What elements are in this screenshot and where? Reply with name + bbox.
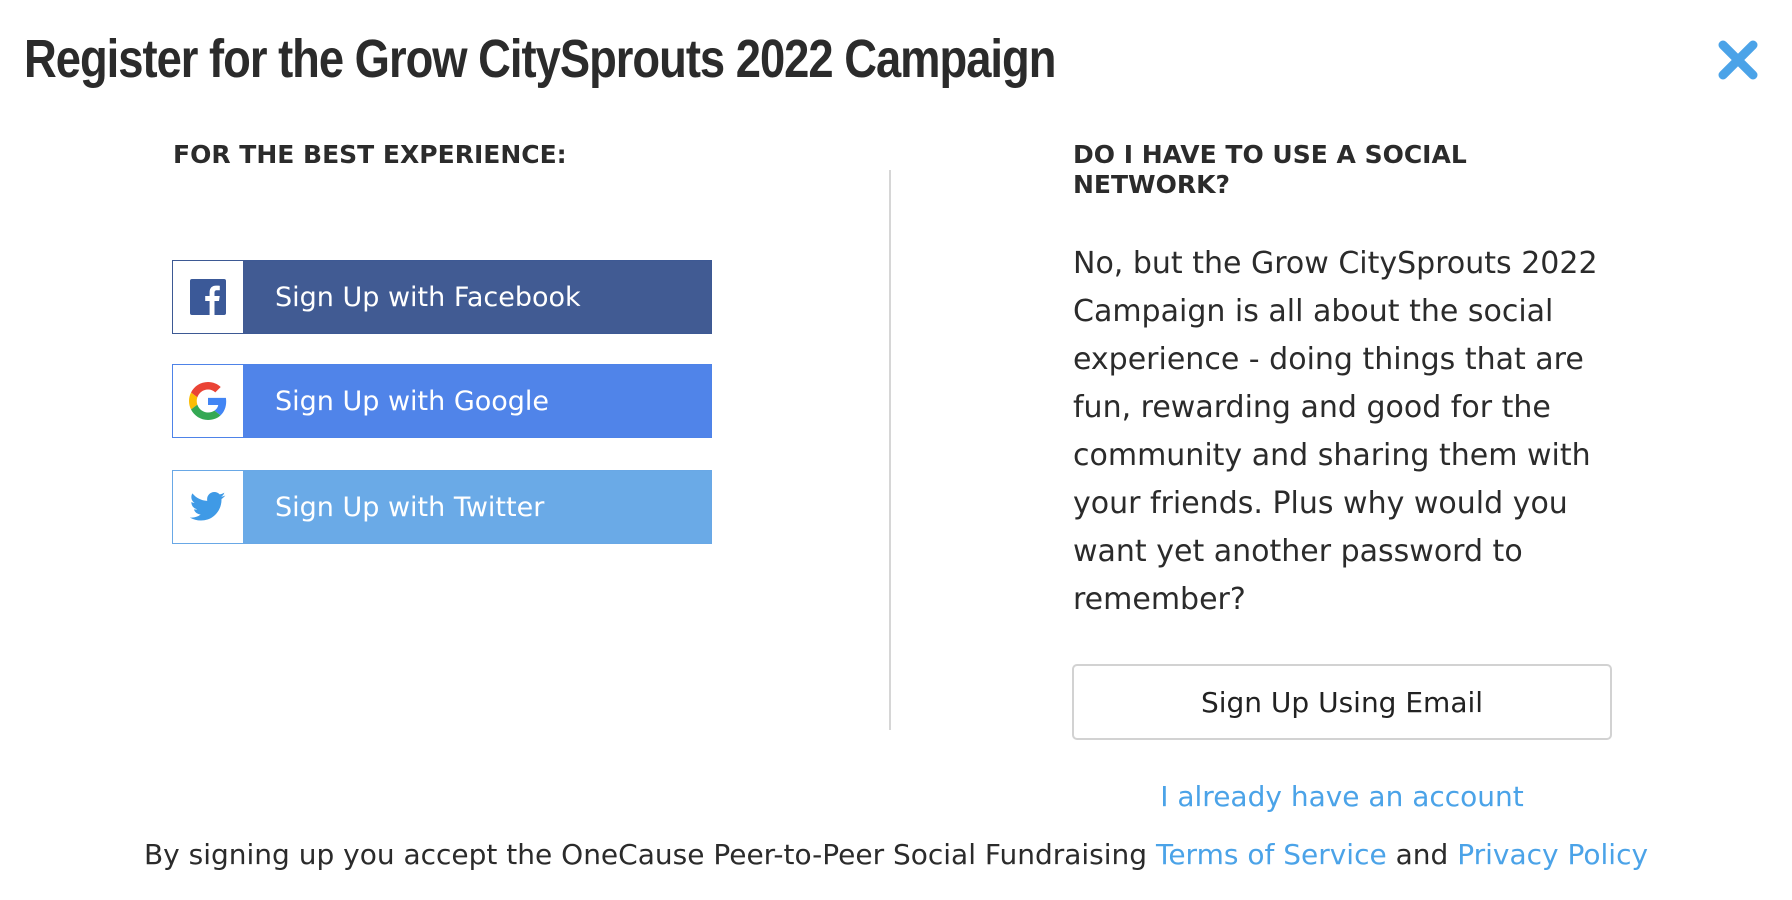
column-divider [889,170,891,730]
terms-of-service-link[interactable]: Terms of Service [1156,838,1387,871]
register-modal: Register for the Grow CitySprouts 2022 C… [0,0,1792,900]
facebook-signup-button[interactable]: Sign Up with Facebook [172,260,712,334]
twitter-signup-label: Sign Up with Twitter [243,471,711,543]
google-signup-label: Sign Up with Google [243,365,711,437]
social-network-explanation: No, but the Grow CitySprouts 2022 Campai… [1073,246,1598,617]
legal-prefix: By signing up you accept the OneCause Pe… [143,838,1148,871]
google-icon [173,365,243,437]
google-signup-button[interactable]: Sign Up with Google [172,364,712,438]
twitter-signup-button[interactable]: Sign Up with Twitter [172,470,712,544]
twitter-icon [173,471,243,543]
best-experience-heading: FOR THE BEST EXPERIENCE: [173,140,567,169]
page-title: Register for the Grow CitySprouts 2022 C… [24,29,1056,89]
email-signup-button[interactable]: Sign Up Using Email [1072,664,1612,740]
already-have-account-link[interactable]: I already have an account [1160,780,1524,813]
social-network-question-heading: DO I HAVE TO USE A SOCIAL NETWORK? [1073,140,1467,199]
facebook-signup-label: Sign Up with Facebook [243,261,711,333]
privacy-policy-link[interactable]: Privacy Policy [1457,838,1648,871]
close-icon[interactable] [1716,38,1760,82]
legal-and: and [1395,838,1449,871]
already-have-account-container: I already have an account [1072,780,1612,813]
legal-notice: By signing up you accept the OneCause Pe… [0,838,1792,871]
facebook-icon [173,261,243,333]
